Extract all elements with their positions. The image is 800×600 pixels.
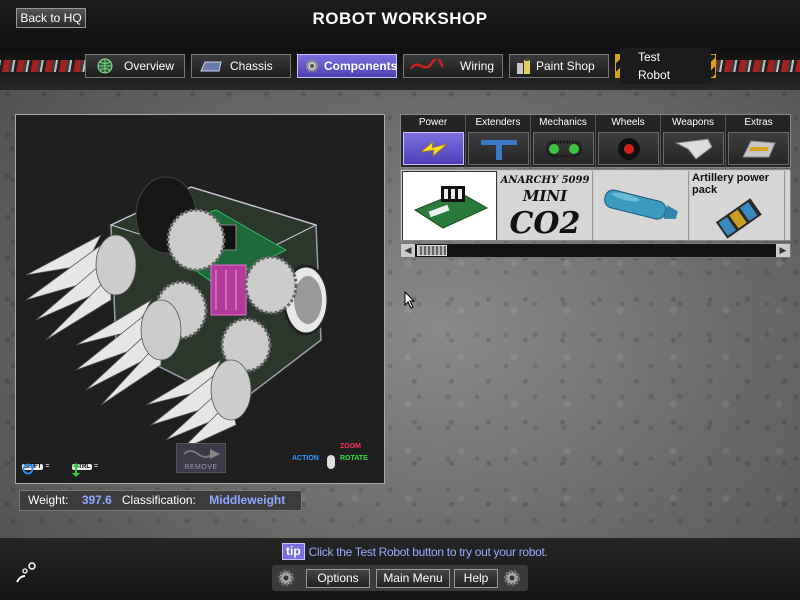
page-title: ROBOT WORKSHOP bbox=[312, 9, 488, 28]
vertical-move-icon bbox=[72, 463, 80, 477]
mouse-icon bbox=[327, 455, 335, 469]
extender-icon bbox=[468, 132, 529, 165]
category-extenders-label: Extenders bbox=[475, 117, 521, 128]
category-weapons-label: Weapons bbox=[671, 117, 715, 128]
circuit-board-icon bbox=[413, 186, 489, 229]
component-scrollbar[interactable]: ◀ ▶ bbox=[400, 243, 791, 258]
tip-text: Click the Test Robot button to try out y… bbox=[308, 544, 548, 559]
component-category-bar: Power Extenders Mechanics Wheels Weapons… bbox=[400, 114, 791, 169]
wheel-icon bbox=[598, 132, 659, 165]
mouse-controls-legend: ZOOM ACTION ROTATE bbox=[292, 443, 380, 473]
chassis-icon bbox=[198, 58, 224, 74]
tab-wiring[interactable]: Wiring bbox=[403, 54, 503, 78]
rotate-icon bbox=[22, 463, 34, 475]
wire-icon bbox=[410, 58, 444, 74]
robot-info-bar: Weight: 397.6 Classification: Middleweig… bbox=[19, 490, 302, 511]
tip-badge: tip bbox=[282, 543, 305, 560]
svg-text:ANARCHY 5099: ANARCHY 5099 bbox=[500, 175, 590, 186]
component-item-artillery-power-pack[interactable]: Artillery power pack bbox=[690, 171, 785, 240]
tab-test-robot[interactable]: Test Robot bbox=[615, 48, 716, 84]
component-item-blue-tank[interactable] bbox=[594, 171, 689, 240]
options-button[interactable]: Options bbox=[306, 569, 370, 588]
svg-text:MINI: MINI bbox=[522, 187, 568, 205]
tab-paint-shop-label: Paint Shop bbox=[536, 59, 595, 73]
game-logo-icon bbox=[16, 562, 36, 583]
mouse-cursor-icon bbox=[404, 291, 416, 309]
robot-model bbox=[25, 176, 330, 451]
tab-paint-shop[interactable]: Paint Shop bbox=[509, 54, 609, 78]
svg-text:CO2: CO2 bbox=[510, 206, 581, 241]
left-gear-icon bbox=[277, 569, 295, 587]
bottom-bar: tip Click the Test Robot button to try o… bbox=[0, 538, 800, 600]
scroll-right-arrow-icon[interactable]: ▶ bbox=[776, 244, 790, 257]
chain-icon bbox=[533, 132, 594, 165]
zoom-label: ZOOM bbox=[340, 443, 361, 450]
category-extenders[interactable]: Extenders bbox=[466, 115, 531, 169]
globe-icon bbox=[92, 58, 118, 74]
tab-chassis-label: Chassis bbox=[230, 59, 273, 73]
blade-icon bbox=[663, 132, 724, 165]
tab-components[interactable]: Components bbox=[297, 54, 397, 78]
component-item-partial[interactable] bbox=[786, 171, 790, 240]
component-item-co2-canister[interactable]: ANARCHY 5099 MINI CO2 bbox=[498, 171, 593, 241]
top-header: Back to HQ ROBOT WORKSHOP Overview Chass… bbox=[0, 0, 800, 90]
category-mechanics-label: Mechanics bbox=[539, 117, 587, 128]
tab-overview[interactable]: Overview bbox=[85, 54, 185, 78]
battery-pack-icon bbox=[715, 198, 762, 239]
remove-label: REMOVE bbox=[184, 464, 218, 471]
scroll-thumb[interactable] bbox=[417, 245, 447, 256]
component-item-circuit-board[interactable] bbox=[402, 171, 497, 240]
tab-test-robot-label: Test Robot bbox=[620, 48, 711, 84]
tip-row: tip Click the Test Robot button to try o… bbox=[282, 543, 548, 560]
remove-component-button[interactable]: REMOVE bbox=[176, 443, 226, 473]
blue-tank-icon bbox=[604, 189, 678, 220]
workshop-tabs: Overview Chassis Components Wiring Paint… bbox=[0, 48, 800, 84]
robot-3d-viewport[interactable]: SHIFT = CTRL = REMOVE ZOOM ACTION ROTATE bbox=[15, 114, 385, 484]
rotate-label: ROTATE bbox=[340, 455, 368, 462]
co2-canister-logo: ANARCHY 5099 MINI CO2 bbox=[500, 175, 590, 241]
component-list: ANARCHY 5099 MINI CO2 Artillery power pa… bbox=[400, 169, 791, 241]
category-wheels-label: Wheels bbox=[611, 117, 645, 128]
category-wheels[interactable]: Wheels bbox=[596, 115, 661, 169]
right-gear-icon bbox=[503, 569, 521, 587]
paint-icon bbox=[516, 58, 532, 74]
bottom-button-row: Options Main Menu Help bbox=[272, 565, 528, 591]
weight-label: Weight: bbox=[28, 493, 69, 507]
category-extras[interactable]: Extras bbox=[726, 115, 791, 169]
help-button[interactable]: Help bbox=[454, 569, 498, 588]
ctrl-move-hint: CTRL = bbox=[72, 463, 98, 477]
tab-components-label: Components bbox=[324, 59, 398, 73]
classification-value: Middleweight bbox=[209, 493, 286, 507]
action-label: ACTION bbox=[292, 455, 319, 462]
category-weapons[interactable]: Weapons bbox=[661, 115, 726, 169]
weight-value: 397.6 bbox=[81, 493, 112, 507]
remove-arrow-icon bbox=[183, 449, 220, 459]
shift-zoom-hint: SHIFT = bbox=[22, 463, 49, 475]
tab-chassis[interactable]: Chassis bbox=[191, 54, 291, 78]
category-mechanics[interactable]: Mechanics bbox=[531, 115, 596, 169]
lightning-icon bbox=[403, 132, 464, 165]
shovel-icon bbox=[728, 132, 789, 165]
tab-wiring-label: Wiring bbox=[460, 59, 495, 73]
main-menu-button[interactable]: Main Menu bbox=[376, 569, 450, 588]
category-power[interactable]: Power bbox=[401, 115, 466, 169]
scroll-left-arrow-icon[interactable]: ◀ bbox=[401, 244, 415, 257]
gear-icon bbox=[304, 58, 320, 74]
classification-label: Classification: bbox=[121, 493, 196, 507]
category-extras-label: Extras bbox=[744, 117, 773, 128]
tab-overview-label: Overview bbox=[124, 59, 175, 73]
category-power-label: Power bbox=[418, 117, 448, 128]
